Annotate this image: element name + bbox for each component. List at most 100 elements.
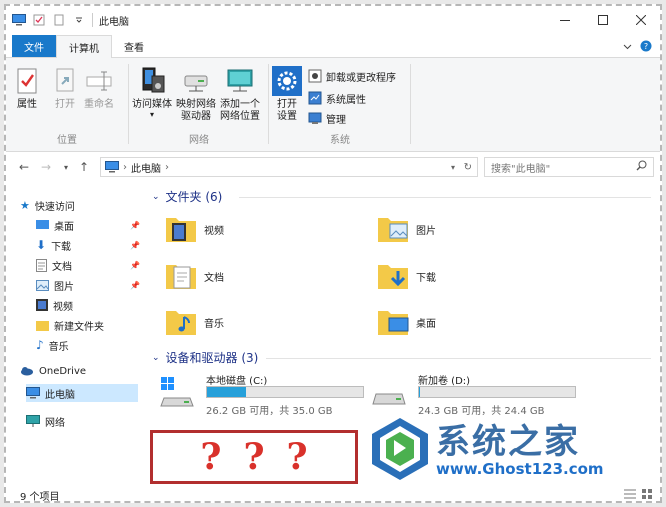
chevron-down-icon[interactable]: ⌄ [152, 192, 160, 202]
nav-item-pictures[interactable]: 图片 📌 [36, 276, 140, 294]
properties-qat-icon[interactable] [32, 13, 46, 27]
pin-icon[interactable]: 📌 [130, 221, 140, 230]
nav-item-downloads[interactable]: ⬇ 下载 📌 [36, 236, 140, 254]
drive-d[interactable]: 新加卷 (D:) 24.3 GB 可用，共 24.4 GB [370, 372, 590, 417]
refresh-icon[interactable]: ↻ [464, 162, 472, 173]
rename-icon [86, 71, 112, 91]
uninstall-programs-button[interactable]: 卸载或更改程序 [308, 68, 396, 84]
item-count: 9 个项目 [20, 491, 60, 503]
nav-network[interactable]: 网络 [26, 412, 144, 430]
folder-downloads[interactable]: 下载 [376, 256, 436, 296]
breadcrumb-this-pc[interactable]: 此电脑 [131, 160, 161, 175]
watermark: 系统之家 www.Ghost123.com [368, 412, 648, 486]
title-bar: 此电脑 [6, 6, 660, 34]
add-network-location-button[interactable]: 添加一个 网络位置 [220, 66, 260, 123]
group-network: 访问媒体 ▾ 映射网络 驱动器 添加一个 网络位置 网络 [130, 62, 268, 148]
details-view-icon[interactable] [624, 489, 636, 502]
folder-desktop[interactable]: 桌面 [376, 302, 436, 342]
pin-icon[interactable]: 📌 [130, 261, 140, 270]
watermark-logo-icon [372, 418, 428, 480]
folder-documents[interactable]: 文档 [164, 256, 224, 296]
svg-text:?: ? [644, 42, 648, 51]
pin-icon[interactable]: 📌 [130, 281, 140, 290]
tiles-view-icon[interactable] [642, 488, 652, 502]
map-drive-button[interactable]: 映射网络 驱动器 [176, 66, 216, 123]
properties-button[interactable]: 属性 [12, 66, 42, 111]
search-input[interactable]: 搜索"此电脑" [484, 157, 654, 177]
drive-c[interactable]: 本地磁盘 (C:) 26.2 GB 可用，共 35.0 GB [158, 372, 378, 417]
chevron-down-icon[interactable]: ⌄ [152, 353, 160, 363]
gear-icon [272, 66, 302, 96]
ribbon-separator [268, 64, 269, 144]
media-dropdown-icon: ▾ [149, 110, 154, 119]
uninstall-icon [308, 69, 322, 83]
group-system-label: 系统 [330, 135, 350, 146]
search-icon[interactable] [636, 160, 647, 174]
nav-quick-access[interactable]: ★ 快速访问 [20, 196, 138, 214]
up-arrow-icon[interactable]: ↑ [76, 159, 92, 175]
access-media-button[interactable]: 访问媒体 ▾ [132, 66, 172, 119]
nav-item-music[interactable]: ♪ 音乐 [36, 336, 140, 354]
drive-d-usage-fill [419, 387, 420, 397]
breadcrumb-chevron-icon[interactable]: › [165, 162, 169, 173]
breadcrumb-chevron-icon[interactable]: › [123, 162, 127, 173]
folder-videos[interactable]: 视频 [164, 209, 224, 249]
open-settings-button[interactable]: 打开 设置 [272, 66, 302, 123]
music-note-icon: ♪ [36, 338, 44, 352]
window-title: 此电脑 [99, 16, 129, 28]
nav-item-new-folder[interactable]: 新建文件夹 [36, 316, 140, 334]
new-folder-qat-icon[interactable] [52, 13, 66, 27]
tab-file[interactable]: 文件 [12, 35, 56, 57]
ribbon-help-area: ? [623, 40, 652, 55]
documents-folder-icon [166, 265, 196, 289]
drive-c-usage-fill [207, 387, 246, 397]
cloud-icon [21, 367, 33, 376]
forward-arrow-icon[interactable]: → [38, 159, 54, 175]
folder-icon [36, 320, 49, 331]
folders-section-header[interactable]: ⌄ 文件夹 (6) [152, 188, 222, 205]
folder-music[interactable]: 音乐 [164, 302, 224, 342]
watermark-url: www.Ghost123.com [436, 460, 604, 478]
group-location: 属性 打开 重命名 位置 [6, 62, 128, 148]
computer-icon [12, 13, 26, 27]
recent-locations-icon[interactable]: ▾ [58, 159, 74, 175]
pin-icon[interactable]: 📌 [130, 241, 140, 250]
minimize-button[interactable] [546, 6, 584, 34]
maximize-button[interactable] [584, 6, 622, 34]
address-dropdown-icon[interactable]: ▾ [451, 163, 455, 172]
devices-section-header[interactable]: ⌄ 设备和驱动器 (3) [152, 349, 258, 366]
open-button[interactable]: 打开 [50, 66, 80, 111]
expand-ribbon-icon[interactable] [623, 42, 632, 53]
windows-drive-icon [160, 377, 194, 407]
desktop-icon [36, 219, 49, 229]
ribbon-separator [128, 64, 129, 144]
chevron-down-icon[interactable] [72, 13, 86, 27]
search-placeholder: 搜索"此电脑" [491, 163, 551, 175]
media-icon [142, 67, 165, 93]
group-system: 打开 设置 卸载或更改程序 系统属性 管理 系统 [270, 62, 410, 148]
help-icon[interactable]: ? [640, 40, 652, 55]
star-icon: ★ [20, 198, 30, 212]
ribbon: 属性 打开 重命名 位置 访问媒体 ▾ 映射网络 驱动器 添加一个 网络位置 网… [6, 58, 660, 152]
nav-item-desktop[interactable]: 桌面 📌 [36, 216, 140, 234]
network-icon [26, 415, 40, 427]
nav-onedrive[interactable]: OneDrive [20, 362, 138, 380]
watermark-title: 系统之家 [436, 422, 580, 462]
back-arrow-icon[interactable]: ← [16, 159, 32, 175]
section-divider [239, 197, 651, 198]
system-properties-button[interactable]: 系统属性 [308, 90, 366, 106]
tab-computer[interactable]: 计算机 [56, 35, 112, 58]
desktop-folder-icon [378, 311, 409, 335]
manage-button[interactable]: 管理 [308, 110, 346, 126]
navigation-pane: ★ 快速访问 桌面 📌 ⬇ 下载 📌 文档 📌 图片 📌 视频 新建文件夹 ♪ … [6, 186, 141, 486]
address-bar[interactable]: › 此电脑 › ▾ ↻ [100, 157, 478, 177]
rename-button[interactable]: 重命名 [84, 66, 114, 111]
nav-this-pc[interactable]: 此电脑 [26, 384, 138, 402]
nav-item-videos[interactable]: 视频 [36, 296, 140, 314]
tab-view[interactable]: 查看 [112, 35, 156, 57]
folder-pictures[interactable]: 图片 [376, 209, 436, 249]
nav-item-documents[interactable]: 文档 📌 [36, 256, 140, 274]
video-folder-icon [166, 218, 196, 242]
question-mark: ? [286, 436, 308, 478]
close-button[interactable] [622, 6, 660, 34]
